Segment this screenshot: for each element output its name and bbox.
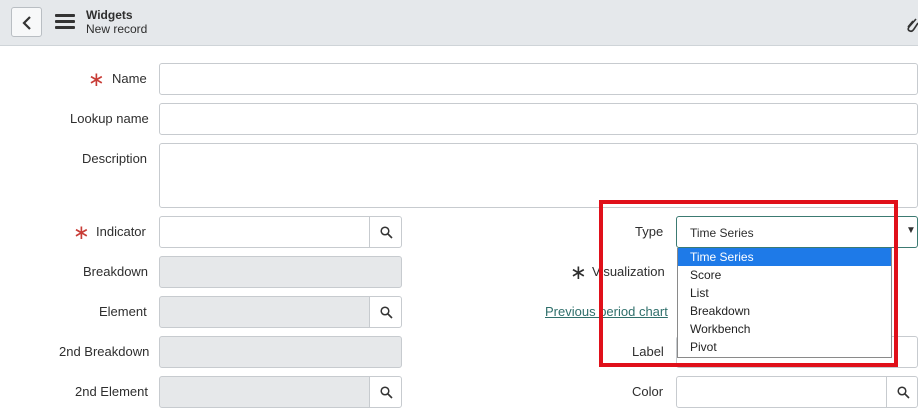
color-label: Color [632, 384, 664, 399]
back-arrow-icon [22, 16, 31, 30]
breakdown-input [159, 256, 402, 288]
required-asterisk-icon: ∗ [73, 222, 90, 244]
required-asterisk-icon: ∗ [570, 262, 587, 284]
description-label: Description [82, 151, 148, 166]
highlight-box [599, 200, 898, 367]
description-textarea[interactable] [159, 143, 918, 208]
second-breakdown-input [159, 336, 402, 368]
second-breakdown-label: 2nd Breakdown [59, 344, 150, 359]
second-element-label: 2nd Element [75, 384, 148, 399]
indicator-lookup-button[interactable] [369, 216, 402, 248]
indicator-input[interactable] [159, 216, 371, 248]
back-button[interactable] [11, 7, 42, 37]
element-label: Element [99, 304, 147, 319]
lookup-name-label: Lookup name [70, 111, 149, 126]
search-icon [380, 226, 393, 239]
name-input[interactable] [159, 63, 918, 95]
indicator-label: Indicator [96, 224, 146, 239]
search-icon [897, 386, 910, 399]
menu-icon[interactable] [55, 14, 75, 30]
paperclip-icon[interactable] [906, 17, 918, 33]
header-title: Widgets [86, 8, 133, 22]
required-asterisk-icon: ∗ [88, 69, 105, 91]
form-header: Widgets New record [0, 0, 918, 46]
color-lookup-button[interactable] [886, 376, 918, 408]
color-input[interactable] [676, 376, 888, 408]
breakdown-label: Breakdown [83, 264, 149, 279]
search-icon [380, 306, 393, 319]
element-lookup-button[interactable] [369, 296, 402, 328]
search-icon [380, 386, 393, 399]
second-element-input [159, 376, 371, 408]
second-element-lookup-button[interactable] [369, 376, 402, 408]
header-subtitle: New record [86, 22, 148, 36]
element-input [159, 296, 371, 328]
name-label: Name [112, 71, 147, 86]
lookup-name-input[interactable] [159, 103, 918, 135]
chevron-down-icon: ▼ [906, 225, 916, 236]
